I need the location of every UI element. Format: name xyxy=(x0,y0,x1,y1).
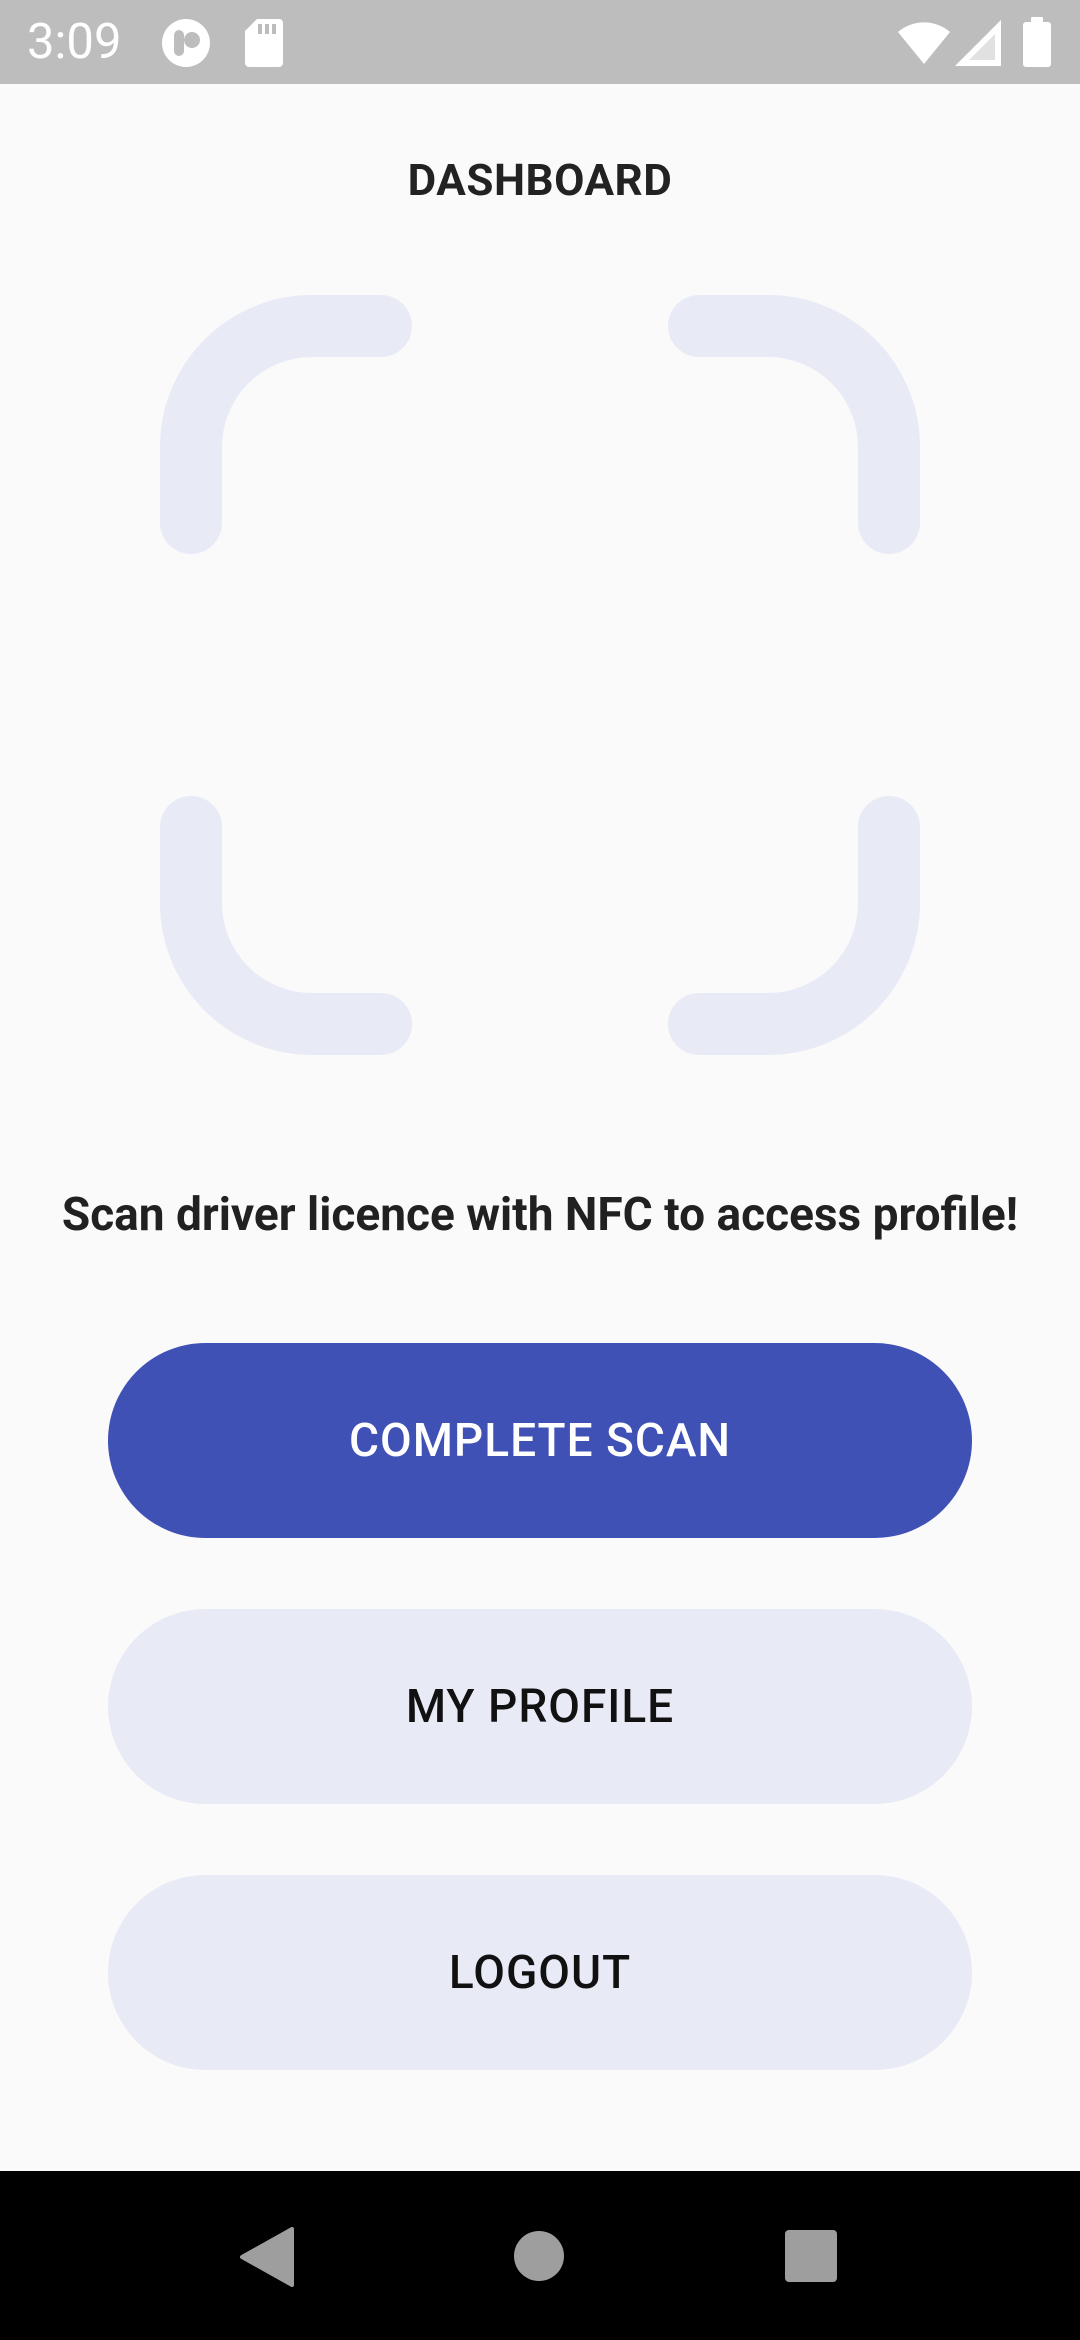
status-time: 3:09 xyxy=(27,13,122,70)
wifi-icon xyxy=(898,22,950,64)
sd-card-icon xyxy=(245,19,283,67)
scan-instruction-text: Scan driver licence with NFC to access p… xyxy=(61,1188,1019,1242)
page-title: DASHBOARD xyxy=(407,154,673,206)
complete-scan-label: COMPLETE SCAN xyxy=(348,1413,732,1468)
recents-icon[interactable] xyxy=(784,2229,838,2283)
cellular-signal-icon xyxy=(955,20,1001,66)
logout-label: LOGOUT xyxy=(448,1945,632,2000)
status-bar: 3:09 xyxy=(0,0,1080,84)
logout-button[interactable]: LOGOUT xyxy=(108,1875,972,2070)
home-icon[interactable] xyxy=(513,2230,565,2282)
navigation-bar xyxy=(0,2171,1080,2340)
notification-app-icon xyxy=(162,19,210,67)
my-profile-button[interactable]: MY PROFILE xyxy=(108,1609,972,1804)
complete-scan-button[interactable]: COMPLETE SCAN xyxy=(108,1343,972,1538)
my-profile-label: MY PROFILE xyxy=(405,1679,675,1734)
back-icon[interactable] xyxy=(238,2227,294,2287)
battery-icon xyxy=(1023,17,1051,67)
scan-frame-icon xyxy=(160,295,920,1055)
